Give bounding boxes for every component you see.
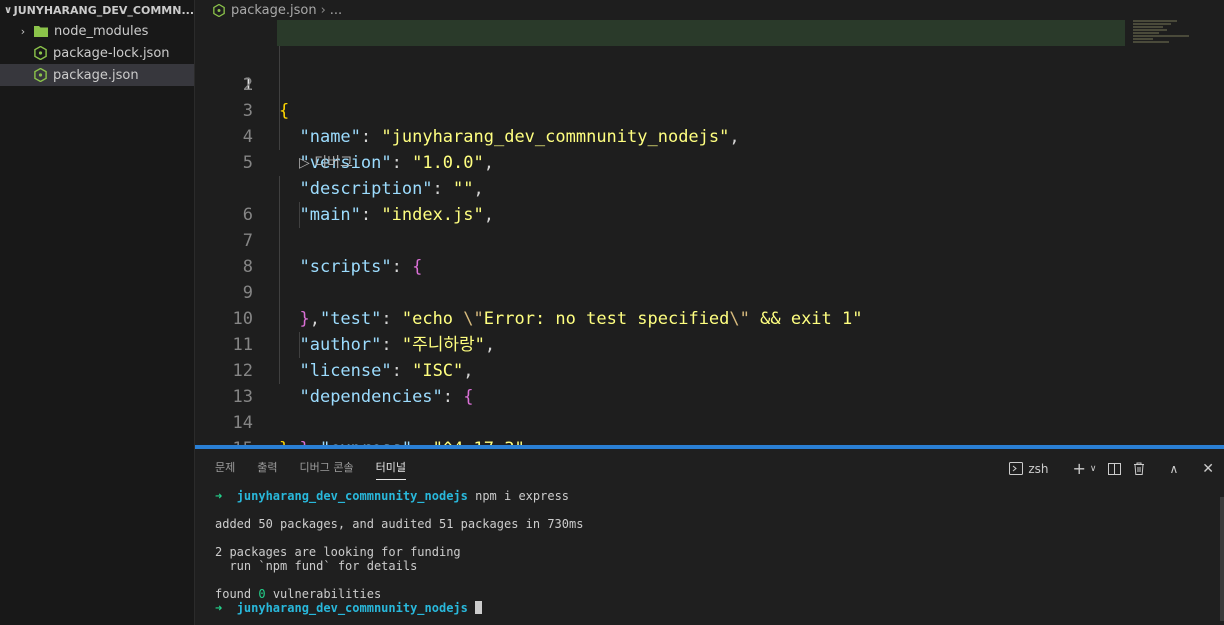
line-number: 5 [242, 153, 253, 173]
code-line: 6 "scripts": { [195, 176, 1224, 277]
breadcrumb: package.json › ... [195, 0, 1224, 20]
folder-icon [34, 24, 48, 38]
code-line: 9 "author": "주니하랑", [195, 254, 1224, 355]
code-line: 10 "license": "ISC", [195, 280, 1224, 381]
split-terminal-button[interactable] [1108, 462, 1122, 475]
close-icon: ✕ [1202, 460, 1214, 477]
terminal-output[interactable]: ➜ junyharang_dev_commnunity_nodejs npm i… [215, 489, 583, 615]
code-line: 14 } [195, 384, 1224, 459]
code-line: 15 [195, 410, 1224, 459]
terminal-command: npm i express [475, 489, 570, 503]
terminal-line: added 50 packages, and audited 51 packag… [215, 517, 584, 531]
terminal-icon [1009, 462, 1024, 475]
explorer-root-label: JUNYHARANG_DEV_COMMN... [13, 3, 194, 17]
trash-icon [1134, 462, 1145, 475]
chevron-down-icon: ∨ [1089, 463, 1097, 474]
code-line: 5 "main": "index.js", [195, 124, 1224, 225]
nodejs-file-icon [33, 46, 47, 60]
code-line: 12 "express": "^4.17.3" [195, 332, 1224, 459]
tab-problems[interactable]: 문제 [215, 455, 235, 479]
terminal-line: found [215, 587, 259, 601]
terminal-line: vulnerabilities [265, 587, 382, 601]
chevron-down-icon: ∨ [4, 4, 13, 16]
chevron-right-icon: › [320, 2, 326, 18]
close-panel-button[interactable]: ✕ [1190, 461, 1214, 477]
explorer-item-label: package.json [53, 67, 139, 83]
maximize-panel-button[interactable]: ∧ [1157, 462, 1178, 476]
explorer-sidebar: ∨ JUNYHARANG_DEV_COMMN... › node_modules… [0, 0, 195, 625]
debug-codelens[interactable]: ▷ 디버그 [299, 150, 353, 176]
new-terminal-button[interactable]: + ∨ [1060, 459, 1096, 478]
nodejs-file-icon [213, 3, 225, 17]
tab-debug-console[interactable]: 디버그 콘솔 [300, 455, 354, 479]
explorer-item-node-modules[interactable]: › node_modules [0, 20, 194, 42]
prompt-arrow: ➜ [215, 489, 223, 503]
json-value: "1.0.0" [412, 153, 484, 173]
code-line: 11 "dependencies": { [195, 306, 1224, 407]
panel-tabs: 문제 출력 디버그 콘솔 터미널 [195, 449, 428, 485]
code-line: 13 } [195, 358, 1224, 459]
terminal-cursor [475, 601, 483, 614]
explorer-item-label: node_modules [54, 23, 149, 39]
code-line: 2 "name": "junyharang_dev_commnunity_nod… [195, 46, 1224, 147]
terminal-line: 2 packages are looking for funding [215, 545, 461, 559]
shell-name: zsh [1028, 461, 1049, 476]
code-editor[interactable]: 1 { 2 "name": "junyharang_dev_commnunity… [195, 20, 1224, 459]
code-line: 1 { [195, 20, 1224, 121]
explorer-item-package-json[interactable]: package.json [0, 64, 194, 86]
breadcrumb-rest[interactable]: ... [330, 3, 342, 18]
tab-output[interactable]: 출력 [257, 455, 277, 479]
code-line: 4 "description": "", [195, 98, 1224, 199]
terminal-scrollbar[interactable] [1220, 497, 1224, 621]
terminal-shell-selector[interactable]: zsh [1009, 462, 1048, 476]
codelens-label: 디버그 [314, 155, 353, 171]
chevron-up-icon: ∧ [1169, 461, 1179, 476]
explorer-item-label: package-lock.json [53, 45, 170, 61]
vulnerability-count: 0 [258, 587, 266, 601]
nodejs-file-icon [33, 68, 47, 82]
terminal-line: run `npm fund` for details [215, 559, 418, 573]
prompt-arrow: ➜ [215, 601, 223, 615]
split-icon [1108, 462, 1122, 475]
prompt-cwd: junyharang_dev_commnunity_nodejs [236, 601, 468, 615]
play-icon: ▷ [299, 155, 310, 171]
tab-terminal[interactable]: 터미널 [375, 455, 406, 480]
explorer-item-package-lock[interactable]: package-lock.json [0, 42, 194, 64]
chevron-right-icon: › [20, 24, 26, 38]
plus-icon: + [1072, 459, 1086, 478]
code-line: 8 }, [195, 228, 1224, 329]
prompt-cwd: junyharang_dev_commnunity_nodejs [236, 489, 468, 503]
code-line: 7 "test": "echo \"Error: no test specifi… [195, 202, 1224, 329]
kill-terminal-button[interactable] [1133, 462, 1145, 475]
bottom-panel: 문제 출력 디버그 콘솔 터미널 zsh + ∨ ∧ ✕ ➜ junyharang… [195, 445, 1224, 625]
panel-actions: zsh + ∨ ∧ ✕ [997, 459, 1214, 478]
breadcrumb-file[interactable]: package.json [231, 3, 317, 18]
explorer-root-header[interactable]: ∨ JUNYHARANG_DEV_COMMN... [0, 0, 194, 20]
code-line: 3 "version": "1.0.0", [195, 72, 1224, 173]
